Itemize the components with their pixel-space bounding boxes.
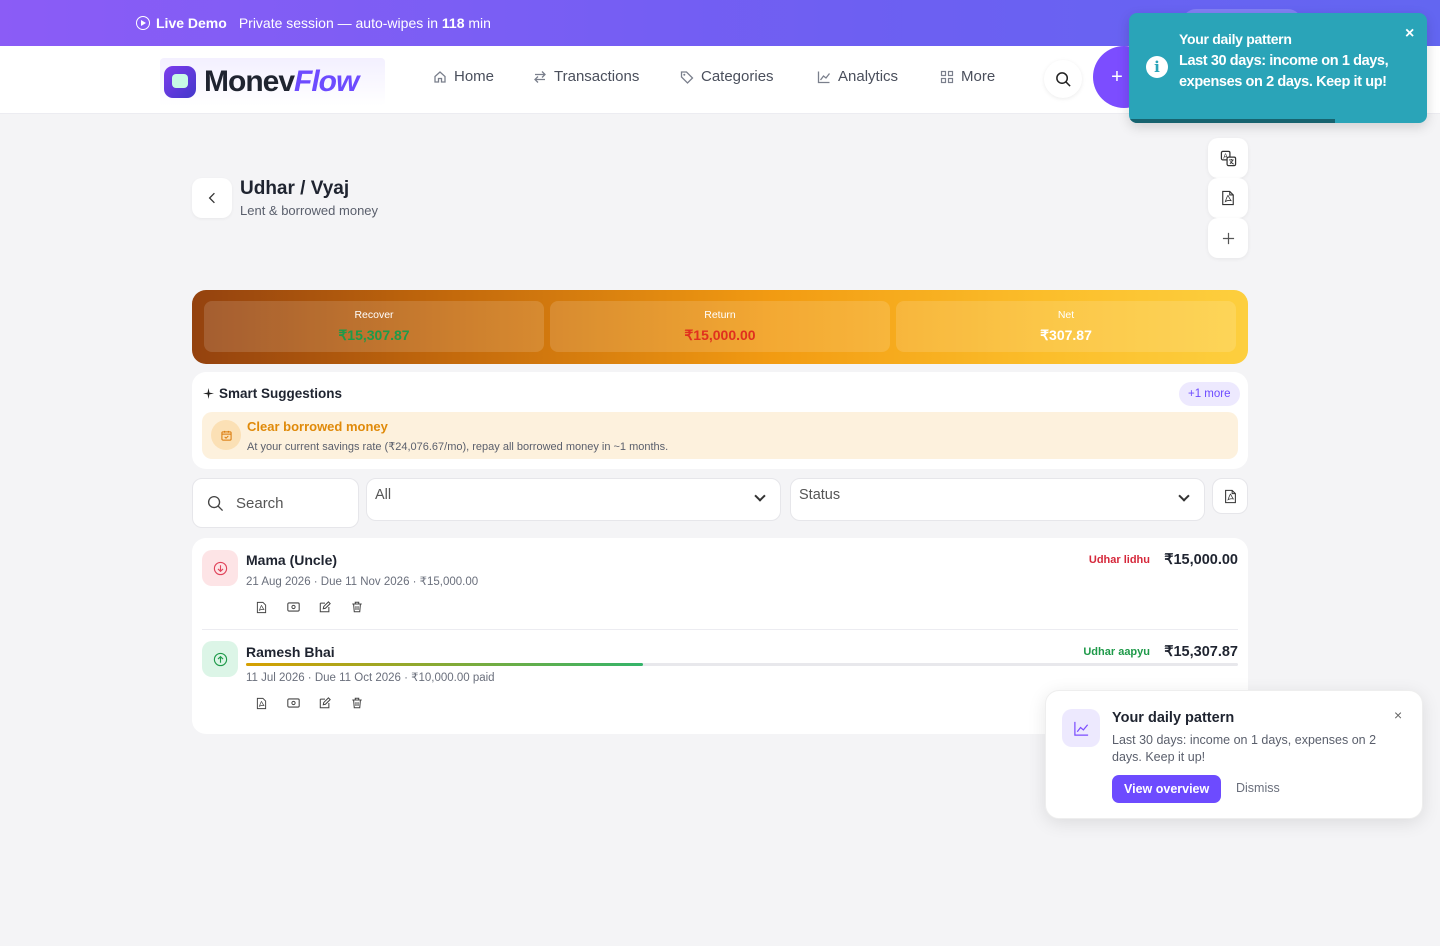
borrowed-avatar <box>202 550 238 586</box>
pdf-file-icon <box>1224 489 1236 503</box>
page-subtitle: Lent & borrowed money <box>240 203 379 218</box>
session-message: Private session — auto-wipes in 118 min <box>238 15 491 31</box>
info-icon: i <box>1146 56 1168 78</box>
daily-pattern-notification: Your daily pattern Last 30 days: income … <box>1045 690 1423 819</box>
chevron-down-icon <box>754 490 766 502</box>
stat-value: ₹307.87 <box>1040 327 1092 343</box>
live-demo-label: Live Demo <box>156 15 227 31</box>
app-logo[interactable]: MonevFlow <box>160 58 385 106</box>
stat-value: ₹15,000.00 <box>684 327 756 343</box>
translate-icon: A <box>1220 150 1236 166</box>
repayment-progress-bar <box>246 663 1238 666</box>
toast-body: Last 30 days: income on 1 days, expenses… <box>1179 53 1389 90</box>
export-pdf-button[interactable] <box>1208 178 1248 218</box>
payment-icon[interactable] <box>286 696 300 710</box>
payment-icon[interactable] <box>286 600 300 614</box>
arrow-down-circle-icon <box>213 561 227 575</box>
wallet-logo-icon <box>164 66 196 98</box>
pdf-file-icon <box>1222 190 1234 206</box>
daily-pattern-toast: i Your daily pattern Last 30 days: incom… <box>1129 13 1427 123</box>
session-minutes: 118 <box>441 15 465 31</box>
home-icon <box>434 70 446 83</box>
edit-icon[interactable] <box>318 696 332 710</box>
dismiss-button[interactable]: Dismiss <box>1236 781 1280 795</box>
chart-icon <box>817 71 831 83</box>
entry-name: Mama (Uncle) <box>246 552 338 568</box>
chevron-down-icon <box>1178 490 1190 502</box>
stat-return: Return ₹15,000.00 <box>550 301 890 352</box>
notification-body: Last 30 days: income on 1 days, expenses… <box>1112 733 1377 764</box>
suggestion-title: Clear borrowed money <box>247 419 388 434</box>
status-filter-select[interactable]: Status <box>790 478 1205 521</box>
pdf-file-icon[interactable] <box>254 696 268 710</box>
list-export-pdf-button[interactable] <box>1212 478 1248 514</box>
search-icon <box>207 495 224 511</box>
stat-recover: Recover ₹15,307.87 <box>204 301 544 352</box>
row-divider <box>202 629 1238 630</box>
page-title: Udhar / Vyaj <box>240 178 350 199</box>
back-button[interactable] <box>192 178 232 218</box>
nav-item-categories[interactable]: Categories <box>680 68 774 85</box>
suggestions-heading: Smart Suggestions <box>219 386 343 401</box>
play-circle-icon <box>136 16 150 30</box>
edit-icon[interactable] <box>318 600 332 614</box>
logo-text-part1: Monev <box>204 65 295 98</box>
entry-meta: 11 Jul 2026 · Due 11 Oct 2026 · ₹10,000.… <box>246 672 495 684</box>
notification-close-icon[interactable]: × <box>1394 707 1402 723</box>
entry-amount: ₹15,000.00 <box>1164 552 1238 568</box>
plus-icon: + <box>1111 65 1123 88</box>
status-filter-value: Status <box>799 487 841 503</box>
repayment-progress-fill <box>246 663 643 666</box>
tag-icon <box>680 70 694 84</box>
grid-icon <box>940 70 954 83</box>
translate-button[interactable]: A <box>1208 138 1248 178</box>
suggestion-body: At your current savings rate (₹24,076.67… <box>247 441 669 453</box>
nav-item-more[interactable]: More <box>940 68 995 85</box>
nav-item-home[interactable]: Home <box>433 68 494 85</box>
plus-icon <box>1222 232 1234 244</box>
entry-name: Ramesh Bhai <box>246 644 335 660</box>
summary-band: Recover ₹15,307.87 Return ₹15,000.00 Net… <box>192 290 1248 364</box>
entry-meta: 21 Aug 2026 · Due 11 Nov 2026 · ₹15,000.… <box>246 576 479 588</box>
calendar-icon <box>211 420 241 450</box>
notification-title: Your daily pattern <box>1112 710 1235 726</box>
trash-icon[interactable] <box>350 696 364 710</box>
chart-icon <box>1062 709 1100 747</box>
pdf-file-icon[interactable] <box>254 600 268 614</box>
transfer-icon <box>534 70 546 83</box>
search-input[interactable] <box>236 494 346 512</box>
add-entry-button[interactable] <box>1208 218 1248 258</box>
view-overview-button[interactable]: View overview <box>1112 775 1222 803</box>
suggestion-card[interactable]: Clear borrowed money At your current sav… <box>202 412 1238 459</box>
entry-tag: Udhar aapyu <box>1083 646 1150 658</box>
stat-net: Net ₹307.87 <box>896 301 1236 352</box>
stat-value: ₹15,307.87 <box>338 327 410 343</box>
search-box[interactable] <box>192 478 359 528</box>
lent-avatar <box>202 641 238 677</box>
chevron-left-icon <box>208 192 215 204</box>
trash-icon[interactable] <box>350 600 364 614</box>
search-icon <box>1055 71 1071 87</box>
nav-search-button[interactable] <box>1044 60 1082 98</box>
sparkle-icon <box>203 388 214 399</box>
logo-text-part2: Flow <box>294 65 359 98</box>
entry-tag: Udhar lidhu <box>1088 554 1150 566</box>
type-filter-select[interactable]: All <box>366 478 781 521</box>
toast-title: Your daily pattern <box>1179 31 1292 47</box>
toast-close-icon[interactable]: × <box>1405 25 1414 43</box>
toast-progress-bar <box>1129 119 1335 123</box>
more-suggestions-button[interactable]: +1 more <box>1179 382 1240 406</box>
entry-amount: ₹15,307.87 <box>1164 644 1238 660</box>
arrow-up-circle-icon <box>213 652 227 666</box>
type-filter-value: All <box>375 487 392 503</box>
smart-suggestions-panel: Smart Suggestions +1 more Clear borrowed… <box>192 372 1248 469</box>
nav-item-transactions[interactable]: Transactions <box>533 68 639 85</box>
nav-item-analytics[interactable]: Analytics <box>817 68 898 85</box>
